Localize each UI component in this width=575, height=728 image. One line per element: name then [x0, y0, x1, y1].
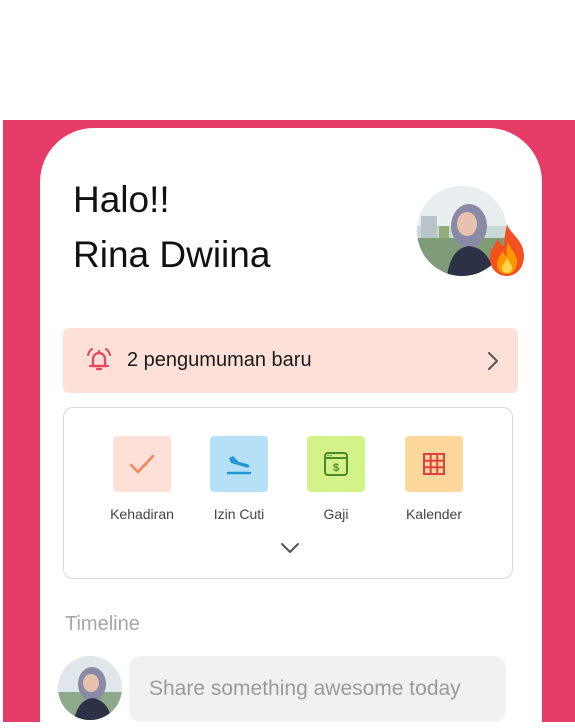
announcement-text: 2 pengumuman baru — [127, 349, 312, 371]
share-input[interactable]: Share something awesome today — [129, 656, 506, 722]
menu-tile-gaji[interactable]: $ — [307, 436, 365, 492]
menu-label-gaji: Gaji — [323, 506, 349, 522]
menu-item-izin-cuti[interactable]: Izin Cuti — [189, 436, 289, 522]
menu-label-kehadiran: Kehadiran — [110, 506, 174, 522]
user-name: Rina Dwiina — [73, 234, 271, 275]
chevron-down-icon[interactable] — [280, 541, 300, 555]
bell-ringing-icon — [87, 348, 111, 371]
check-icon — [129, 454, 155, 474]
menu-tile-kalender[interactable] — [405, 436, 463, 492]
svg-text:$: $ — [333, 462, 339, 474]
menu-item-kehadiran[interactable]: Kehadiran — [92, 436, 192, 522]
chevron-right-icon — [488, 352, 498, 370]
menu-label-kalender: Kalender — [405, 506, 463, 522]
plane-landing-icon — [226, 456, 252, 475]
composer-avatar — [58, 656, 122, 720]
menu-tile-izin-cuti[interactable] — [210, 436, 268, 492]
payslip-icon: $ — [324, 452, 348, 476]
menu-label-izin-cuti: Izin Cuti — [213, 506, 265, 522]
greeting-line-hello: Halo!! — [73, 179, 170, 220]
calendar-grid-icon — [423, 453, 445, 475]
share-placeholder: Share something awesome today — [149, 677, 461, 700]
menu-item-kalender[interactable]: Kalender — [384, 436, 484, 522]
fire-icon — [489, 224, 524, 276]
menu-tile-kehadiran[interactable] — [113, 436, 171, 492]
announcement-banner[interactable]: 2 pengumuman baru — [63, 328, 518, 393]
greeting: Halo!! Rina Dwiina — [73, 172, 270, 282]
quick-menu: Kehadiran Izin Cuti $ Gaji Kalender — [63, 407, 513, 579]
menu-item-gaji[interactable]: $ Gaji — [286, 436, 386, 522]
timeline-heading: Timeline — [65, 613, 140, 635]
